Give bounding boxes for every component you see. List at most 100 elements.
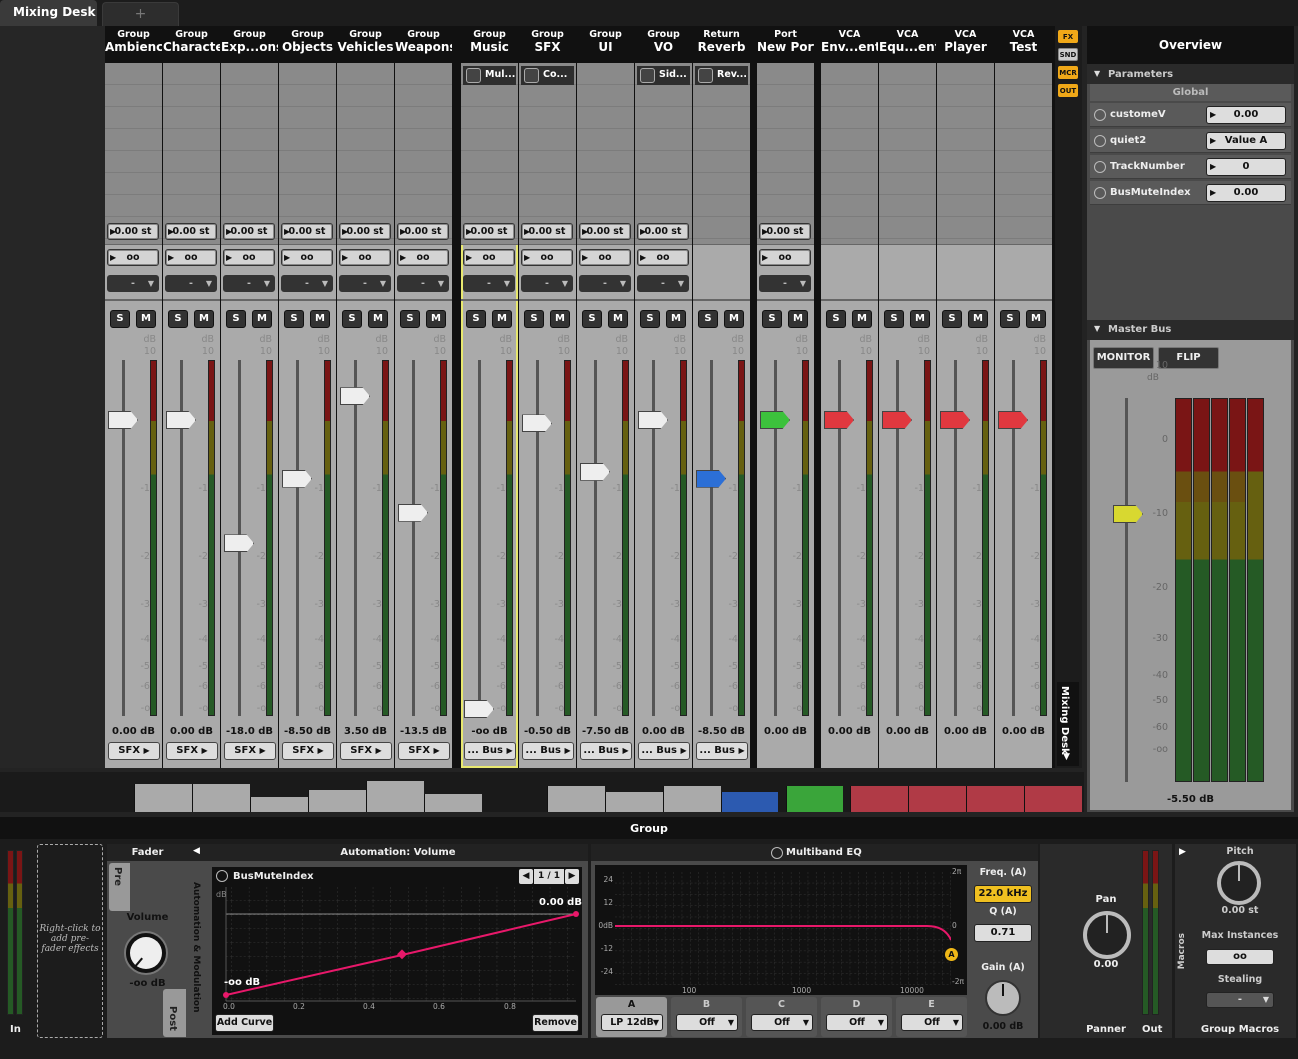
pan-field[interactable]: ▶ oo [579,249,631,266]
overview-bar-block[interactable] [605,792,663,812]
overview-bar-block[interactable] [1024,786,1082,812]
pan-field[interactable]: ▶ oo [165,249,217,266]
pan-field[interactable]: ▶ oo [339,249,391,266]
solo-button[interactable]: S [826,310,846,328]
solo-button[interactable]: S [698,310,718,328]
stealing-dropdown[interactable]: - ▼ [1206,992,1274,1008]
parameter-row[interactable]: customeV ▶ 0.00 [1090,103,1291,127]
pitch-field[interactable]: ▶ 0.00 st [579,223,631,240]
eq-band-mode-dropdown[interactable]: Off ▼ [826,1014,888,1031]
pan-field[interactable]: ▶ oo [107,249,159,266]
fader-handle[interactable] [824,411,854,429]
mute-button[interactable]: M [608,310,628,328]
mixer-strip[interactable]: VCAEnv...entSMdB100-10-20-30-40-50-60-oo… [821,26,878,768]
strip-header[interactable]: Group Objects [279,26,336,63]
out-toggle-button[interactable]: OUT [1058,84,1078,97]
mute-button[interactable]: M [310,310,330,328]
pitch-field[interactable]: ▶ 0.00 st [281,223,333,240]
pitch-field[interactable]: ▶ 0.00 st [521,223,573,240]
select-dropdown[interactable]: - ▼ [165,275,217,292]
mixer-strip[interactable]: GroupCharacter▶0.00 st▶oo-▼SMdB100-10-20… [163,26,220,768]
mute-button[interactable]: M [852,310,872,328]
mute-button[interactable]: M [724,310,744,328]
pitch-field[interactable]: ▶ 0.00 st [165,223,217,240]
eq-band-a-marker[interactable]: A [945,948,958,961]
effect-slot[interactable]: Rev... [695,66,748,85]
mute-button[interactable]: M [368,310,388,328]
tab-mixing-desk[interactable]: Mixing Desk [0,0,97,26]
pan-field[interactable]: ▶ oo [281,249,333,266]
output-routing-button[interactable]: SFX ▶ [108,742,160,760]
mute-button[interactable]: M [788,310,808,328]
strip-header[interactable]: GroupAmbience [105,26,162,63]
strip-header[interactable]: Return Reverb [693,26,750,63]
overview-bar-block[interactable] [134,784,192,812]
strip-header[interactable]: VCA Env...ent [821,26,878,63]
strip-header[interactable]: Group VO [635,26,692,63]
overview-bar-block[interactable] [424,794,482,812]
mute-button[interactable]: M [1026,310,1046,328]
output-routing-button[interactable]: SFX ▶ [398,742,450,760]
insert-slots[interactable] [279,63,336,245]
parameter-value[interactable]: ▶ 0.00 [1206,106,1286,124]
strip-header[interactable]: Group Vehicles [337,26,394,63]
mixer-strip[interactable]: GroupVOSid...▶0.00 st▶oo-▼SMdB100-10-20-… [635,26,692,768]
insert-slots[interactable]: Sid... [635,63,692,245]
strip-header[interactable]: Group Music [461,26,518,63]
mute-button[interactable]: M [252,310,272,328]
output-routing-button[interactable]: ... Bus ▶ [696,742,748,760]
select-dropdown[interactable]: - ▼ [521,275,573,292]
mixing-desk-vertical-label[interactable]: Mixing Desk [1059,686,1070,755]
solo-button[interactable]: S [284,310,304,328]
solo-button[interactable]: S [226,310,246,328]
select-dropdown[interactable]: - ▼ [579,275,631,292]
overview-bar-block[interactable] [308,790,366,812]
overview-bar-block[interactable] [547,786,605,812]
overview-bar-block[interactable] [366,781,424,812]
master-bus-header[interactable]: Master Bus [1108,324,1171,335]
fader-handle[interactable] [638,411,668,429]
pitch-field[interactable]: ▶ 0.00 st [759,223,811,240]
mixer-strip[interactable]: GroupSFXCo...▶0.00 st▶oo-▼SMdB100-10-20-… [519,26,576,768]
overview-bar-block[interactable] [192,784,250,812]
strip-header[interactable]: Group Exp...ons [221,26,278,63]
fader-handle[interactable] [398,503,428,522]
mixer-strip[interactable]: GroupMusicMul...▶0.00 st▶oo-▼SMdB100-10-… [461,26,518,768]
select-dropdown[interactable]: - ▼ [339,275,391,292]
insert-slots[interactable] [395,63,452,245]
pitch-field[interactable]: ▶ 0.00 st [339,223,391,240]
insert-slots[interactable]: Rev... [693,63,750,245]
insert-slots[interactable] [337,63,394,245]
fader-handle[interactable] [108,411,138,429]
insert-slots[interactable] [757,63,814,245]
mixer-strip[interactable]: GroupExp...ons▶0.00 st▶oo-▼SMdB100-10-20… [221,26,278,768]
mixer-overview-bar[interactable] [0,772,1084,812]
eq-band-mode-dropdown[interactable]: Off ▼ [751,1014,813,1031]
add-curve-button[interactable]: Add Curve [215,1014,274,1032]
strip-header[interactable]: Group UI [577,26,634,63]
freq-value[interactable]: 22.0 kHz [974,885,1032,903]
post-tab[interactable]: Post [167,1006,178,1031]
strip-header[interactable]: VCA Test [995,26,1052,63]
prev-page-button[interactable]: ◀ [519,869,533,884]
insert-slots[interactable] [163,63,220,245]
fader-track[interactable] [296,360,299,716]
overview-bar-block[interactable] [850,786,908,812]
solo-button[interactable]: S [582,310,602,328]
strip-header[interactable]: Group Weapons [395,26,452,63]
mute-button[interactable]: M [910,310,930,328]
pitch-field[interactable]: ▶ 0.00 st [223,223,275,240]
pan-knob[interactable] [1083,911,1131,959]
pitch-field[interactable]: ▶ 0.00 st [107,223,159,240]
curve-point[interactable] [223,992,229,998]
overview-bar-block[interactable] [721,792,778,812]
strip-header[interactable]: GroupCharacter [163,26,220,63]
effect-slot[interactable]: Co... [521,66,574,85]
chevron-down-icon[interactable]: ▼ [1063,752,1070,762]
fader-track[interactable] [354,360,357,716]
output-routing-button[interactable]: ... Bus ▶ [464,742,516,760]
select-dropdown[interactable]: - ▼ [281,275,333,292]
snd-toggle-button[interactable]: SND [1058,48,1078,61]
output-routing-button[interactable]: SFX ▶ [282,742,334,760]
mute-button[interactable]: M [194,310,214,328]
